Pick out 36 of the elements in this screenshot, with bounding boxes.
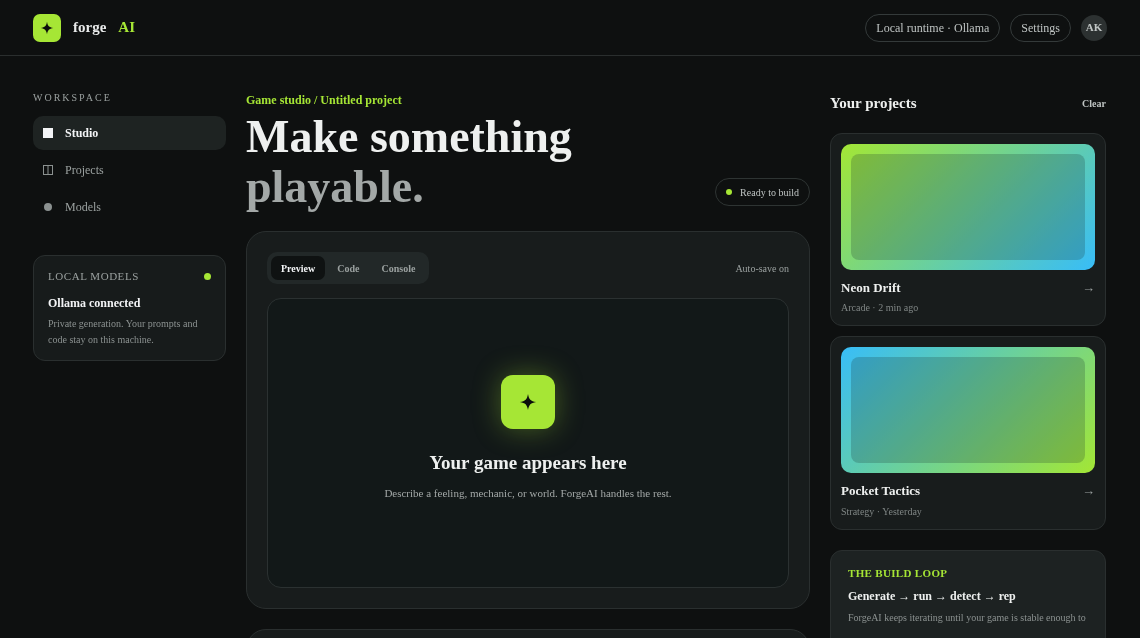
tab[interactable]: Preview xyxy=(271,256,326,280)
section-heading: WORKSPACE xyxy=(33,91,113,105)
card-heading: LOCAL MODELS xyxy=(48,269,139,284)
autosave-label: Auto-save on xyxy=(735,261,789,276)
arrow-icon: → xyxy=(1082,277,1095,297)
avatar[interactable]: AK xyxy=(1081,14,1107,41)
columns-icon xyxy=(43,165,53,175)
clear-button[interactable]: Clear xyxy=(1082,95,1106,111)
loop-steps: Generate → run → detect → rep xyxy=(848,587,1088,605)
arrow-icon: → xyxy=(1082,481,1095,501)
project-card[interactable]: Neon Drift → Arcade · 2 min ago xyxy=(830,132,1106,326)
project-name: Neon Drift xyxy=(841,278,901,297)
square-icon xyxy=(43,128,53,138)
card-text: ForgeAI keeps iterating until your game is stable enough to xyxy=(848,611,1087,624)
section-title: Your projects xyxy=(830,94,917,113)
card-heading: THE BUILD LOOP xyxy=(848,565,949,581)
card-text: Private generation. Your prompts and code stay on this machine. xyxy=(48,316,199,347)
preview-text: Describe a feeling, mechanic, or world. ForgeAI handles the rest. xyxy=(384,486,672,501)
tab[interactable]: Console xyxy=(371,256,426,280)
card-title: Ollama connected xyxy=(48,294,142,312)
page-title: playable. xyxy=(246,162,424,212)
tab[interactable]: Code xyxy=(327,256,370,280)
sidebar-item[interactable]: Models xyxy=(33,190,226,224)
logo-accent: AI xyxy=(118,18,135,38)
status-label: Ready to build xyxy=(740,185,799,200)
logo-text: forge xyxy=(73,18,107,38)
dot-icon xyxy=(43,202,53,212)
project-meta: Strategy · Yesterday xyxy=(841,504,923,519)
project-card[interactable]: Pocket Tactics → Strategy · Yesterday xyxy=(830,336,1106,530)
project-meta: Arcade · 2 min ago xyxy=(841,301,920,315)
sidebar-item[interactable]: Projects xyxy=(33,153,226,187)
page-title: Make something xyxy=(246,112,572,162)
sidebar-item[interactable]: Studio xyxy=(33,116,226,150)
project-name: Pocket Tactics xyxy=(841,482,921,500)
preview-title: Your game appears here xyxy=(429,450,627,475)
breadcrumb: Game studio / Untitled project xyxy=(246,92,403,109)
